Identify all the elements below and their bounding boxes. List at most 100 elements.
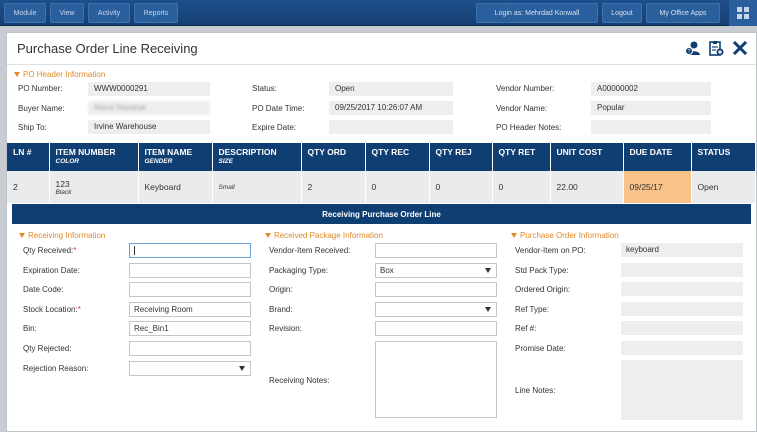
vendor-item-received-input[interactable]	[375, 243, 497, 258]
packaging-type-select[interactable]: Box	[375, 263, 497, 278]
po-number-value: WWW0000291	[88, 82, 210, 96]
title-divider	[7, 64, 756, 65]
expiration-date-input[interactable]	[129, 263, 251, 278]
menu-view[interactable]: View	[50, 3, 84, 23]
po-lines-table: LN # ITEM NUMBER COLOR ITEM NAME GENDER DE…	[7, 143, 756, 203]
po-date-label: PO Date Time:	[252, 104, 305, 113]
rejection-reason-label: Rejection Reason:	[23, 364, 89, 373]
packaging-type-label: Packaging Type:	[269, 266, 329, 275]
cell-qty-rej: 0	[429, 171, 493, 203]
bin-label: Bin:	[23, 324, 37, 333]
cell-unit-cost: 22.00	[550, 171, 624, 203]
apps-grid-button[interactable]	[729, 0, 757, 26]
origin-label: Origin:	[269, 285, 293, 294]
revision-input[interactable]	[375, 321, 497, 336]
menu-module[interactable]: Module	[4, 3, 46, 23]
expire-date-value	[329, 120, 453, 134]
ordered-origin-label: Ordered Origin:	[515, 285, 571, 294]
table-header-row: LN # ITEM NUMBER COLOR ITEM NAME GENDER DE…	[7, 143, 756, 171]
cell-ln: 2	[7, 171, 50, 203]
logout-button[interactable]: Logout	[602, 3, 642, 23]
bin-input[interactable]: Rec_Bin1	[129, 321, 251, 336]
col-qty-ord[interactable]: QTY ORD	[301, 143, 366, 171]
std-pack-type-label: Std Pack Type:	[515, 266, 569, 275]
receiving-panel: Purchase Order Line Receiving ? PO Heade…	[6, 32, 757, 432]
ref-number-label: Ref #:	[515, 324, 537, 333]
status-value: Open	[329, 82, 453, 96]
col-item-name[interactable]: ITEM NAME GENDER	[138, 143, 213, 171]
close-icon[interactable]	[732, 40, 748, 56]
expire-date-label: Expire Date:	[252, 123, 297, 132]
top-navigation-bar: Module View Activity Reports Login as: M…	[0, 0, 757, 26]
collapse-triangle-icon[interactable]	[265, 233, 271, 239]
user-help-icon[interactable]: ?	[685, 40, 701, 56]
origin-input[interactable]	[375, 282, 497, 297]
ref-number-value	[621, 321, 743, 335]
col-due-date[interactable]: DUE DATE	[623, 143, 692, 171]
po-header-notes-value	[591, 120, 711, 134]
clipboard-add-icon[interactable]	[708, 40, 724, 56]
table-row[interactable]: 2 123 Black Keyboard Small 2 0 0 0 22.00 …	[7, 171, 756, 203]
cell-item-name: Keyboard	[138, 171, 213, 203]
std-pack-type-value	[621, 263, 743, 277]
status-label: Status:	[252, 84, 277, 93]
cell-qty-ord: 2	[301, 171, 366, 203]
buyer-name-value: Maria Nazahat	[88, 101, 210, 115]
col-qty-rec[interactable]: QTY REC	[365, 143, 430, 171]
vendor-item-on-po-label: Vendor-Item on PO:	[515, 246, 586, 255]
po-info-section-title: Purchase Order Information	[511, 231, 619, 240]
login-status[interactable]: Login as: Mehrdad Konwall	[476, 3, 598, 23]
chevron-down-icon	[239, 366, 245, 371]
receiving-bar: Receiving Purchase Order Line	[12, 204, 751, 224]
line-notes-label: Line Notes:	[515, 386, 556, 395]
collapse-triangle-icon[interactable]	[511, 233, 517, 239]
vendor-number-label: Vendor Number:	[496, 84, 555, 93]
promise-date-value	[621, 341, 743, 355]
date-code-input[interactable]	[129, 282, 251, 297]
col-unit-cost[interactable]: UNIT COST	[550, 143, 624, 171]
stock-location-input[interactable]: Receiving Room	[129, 302, 251, 317]
cell-qty-ret: 0	[492, 171, 551, 203]
ship-to-label: Ship To:	[18, 123, 47, 132]
brand-label: Brand:	[269, 305, 293, 314]
ref-type-value	[621, 302, 743, 316]
collapse-triangle-icon[interactable]	[14, 72, 20, 78]
line-notes-value	[621, 360, 743, 420]
po-number-label: PO Number:	[18, 84, 63, 93]
cell-qty-rec: 0	[365, 171, 430, 203]
office-apps-button[interactable]: My Office Apps	[646, 3, 720, 23]
col-description[interactable]: DESCRIPTION SIZE	[212, 143, 302, 171]
col-item-number[interactable]: ITEM NUMBER COLOR	[49, 143, 139, 171]
qty-received-label: Qty Received:*	[23, 246, 77, 255]
svg-text:?: ?	[688, 49, 691, 55]
menu-reports[interactable]: Reports	[134, 3, 178, 23]
vendor-number-value: A00000002	[591, 82, 711, 96]
po-date-value: 09/25/2017 10:26:07 AM	[329, 101, 453, 115]
qty-rejected-label: Qty Rejected:	[23, 344, 72, 353]
qty-rejected-input[interactable]	[129, 341, 251, 356]
buyer-name-label: Buyer Name:	[18, 104, 65, 113]
ship-to-value: Irvine Warehouse	[88, 120, 210, 134]
po-header-notes-label: PO Header Notes:	[496, 123, 562, 132]
revision-label: Revision:	[269, 324, 302, 333]
col-ln[interactable]: LN #	[7, 143, 50, 171]
qty-received-input[interactable]	[129, 243, 251, 258]
collapse-triangle-icon[interactable]	[19, 233, 25, 239]
menu-activity[interactable]: Activity	[88, 3, 130, 23]
cell-description: Small	[212, 171, 302, 203]
brand-select[interactable]	[375, 302, 497, 317]
col-status[interactable]: STATUS	[691, 143, 756, 171]
vendor-name-value: Popular	[591, 101, 711, 115]
vendor-name-label: Vendor Name:	[496, 104, 548, 113]
promise-date-label: Promise Date:	[515, 344, 566, 353]
vendor-item-received-label: Vendor-Item Received:	[269, 246, 351, 255]
rejection-reason-select[interactable]	[129, 361, 251, 376]
ref-type-label: Ref Type:	[515, 305, 550, 314]
date-code-label: Date Code:	[23, 285, 64, 294]
stock-location-label: Stock Location:*	[23, 305, 81, 314]
col-qty-ret[interactable]: QTY RET	[492, 143, 551, 171]
col-qty-rej[interactable]: QTY REJ	[429, 143, 493, 171]
chevron-down-icon	[485, 307, 491, 312]
receiving-notes-textarea[interactable]	[375, 341, 497, 418]
cell-due-date: 09/25/17	[623, 171, 692, 203]
